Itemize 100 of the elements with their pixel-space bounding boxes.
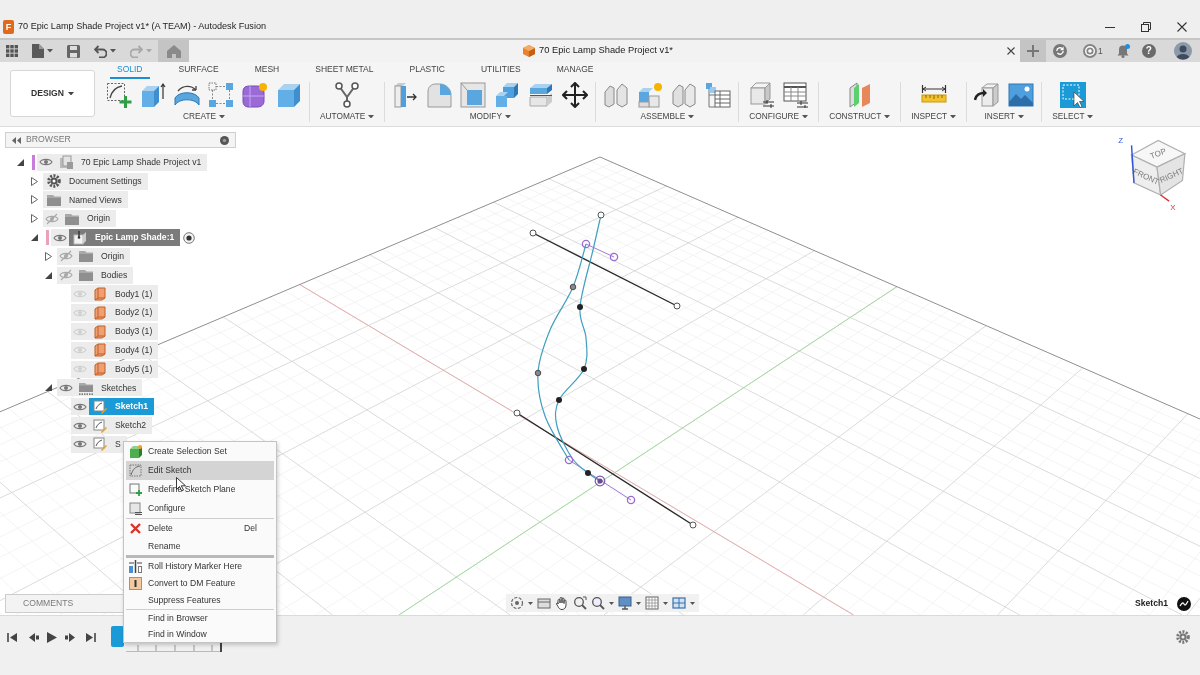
tool-group-dropdown[interactable]: CONFIGURE	[746, 111, 812, 122]
caret-icon[interactable]	[609, 601, 614, 605]
toolbar-tab[interactable]: PLASTIC	[402, 62, 452, 79]
skip-to-start-icon[interactable]	[7, 632, 17, 643]
job-status-icon[interactable]	[1083, 44, 1097, 58]
toolbar-tab[interactable]: MANAGE	[549, 62, 601, 79]
configure-table-icon[interactable]	[782, 82, 809, 108]
toolbar-tab[interactable]: UTILITIES	[473, 62, 528, 79]
pattern-icon[interactable]	[208, 82, 234, 108]
menu-item[interactable]: Redefine Sketch Plane	[126, 480, 274, 499]
menu-item[interactable]: Delete Del	[126, 519, 274, 537]
configure-cube-icon[interactable]	[748, 82, 775, 108]
close-icon[interactable]	[1177, 22, 1187, 32]
zoom-icon[interactable]	[591, 596, 605, 610]
browser-item[interactable]: S	[89, 435, 127, 453]
browser-item[interactable]: Body2 (1)	[89, 304, 159, 322]
sync-icon[interactable]	[1053, 44, 1067, 58]
save-icon[interactable]	[67, 44, 80, 58]
browser-item[interactable]: Document Settings	[43, 172, 148, 190]
expanded-arrow-icon[interactable]	[44, 271, 52, 279]
collapsed-arrow-icon[interactable]	[30, 214, 38, 224]
browser-item[interactable]: Sketch2	[89, 417, 153, 435]
viewports-icon[interactable]	[672, 596, 686, 610]
file-icon[interactable]	[32, 44, 44, 58]
new-tab-button[interactable]	[1020, 40, 1046, 62]
apps-grid-icon[interactable]	[6, 45, 18, 57]
form-body-icon[interactable]	[242, 82, 268, 108]
sketch-plus-icon[interactable]	[106, 82, 132, 108]
tool-group-dropdown[interactable]: INSPECT	[908, 111, 960, 122]
table-icon[interactable]	[705, 82, 732, 108]
menu-item[interactable]: Edit Sketch	[126, 461, 274, 480]
move-arrows-icon[interactable]	[562, 82, 589, 108]
expanded-arrow-icon[interactable]	[44, 384, 52, 392]
monitor-icon[interactable]	[618, 596, 632, 610]
extrude-icon[interactable]	[140, 82, 166, 108]
tool-group-dropdown[interactable]: CONSTRUCT	[826, 111, 894, 122]
image-icon[interactable]	[1008, 82, 1035, 108]
browser-item[interactable]: Epic Lamp Shade:1	[69, 229, 181, 247]
caret-icon[interactable]	[528, 601, 533, 605]
browser-item[interactable]: Origin	[61, 210, 116, 228]
split-body-icon[interactable]	[528, 82, 555, 108]
caret-icon[interactable]	[663, 601, 668, 605]
expanded-arrow-icon[interactable]	[30, 234, 38, 242]
caret-icon[interactable]	[690, 601, 695, 605]
dot-icon[interactable]	[220, 135, 229, 145]
browser-item[interactable]: Body5 (1)	[89, 360, 159, 378]
browser-item[interactable]: Origin	[75, 247, 130, 265]
look-at-icon[interactable]	[537, 596, 551, 610]
tool-group-dropdown[interactable]: INSERT	[981, 111, 1027, 122]
step-back-icon[interactable]	[28, 632, 39, 643]
as-built-joint-icon[interactable]	[671, 82, 698, 108]
avatar-icon[interactable]	[1173, 42, 1192, 60]
gear-icon[interactable]	[1176, 630, 1190, 644]
insert-icon[interactable]	[974, 82, 1001, 108]
restore-icon[interactable]	[1141, 22, 1151, 32]
browser-item[interactable]: Body4 (1)	[89, 341, 159, 359]
menu-item[interactable]: Create Selection Set	[126, 442, 274, 461]
tool-group-dropdown[interactable]: SELECT	[1049, 111, 1097, 122]
tool-group-dropdown[interactable]: CREATE	[179, 111, 228, 122]
collapsed-arrow-icon[interactable]	[30, 176, 38, 186]
toolbar-tab[interactable]: SHEET METAL	[308, 62, 381, 79]
browser-item[interactable]: Sketches	[75, 379, 143, 397]
toolbar-tab[interactable]: MESH	[247, 62, 287, 79]
toolbar-tab[interactable]: SURFACE	[171, 62, 226, 79]
press-pull-icon[interactable]	[392, 82, 419, 108]
tool-group-dropdown[interactable]: MODIFY	[466, 111, 514, 122]
orbit-icon[interactable]	[510, 596, 524, 610]
expanded-arrow-icon[interactable]	[16, 158, 24, 166]
tool-group-dropdown[interactable]: ASSEMBLE	[637, 111, 698, 122]
close-icon[interactable]	[1007, 47, 1015, 55]
menu-item[interactable]: Convert to DM Feature	[126, 575, 274, 592]
combine-icon[interactable]	[494, 82, 521, 108]
node-graph-icon[interactable]	[334, 82, 361, 108]
skip-to-end-icon[interactable]	[86, 632, 96, 643]
bell-icon[interactable]	[1116, 44, 1130, 58]
new-component-icon[interactable]	[637, 82, 664, 108]
sketch-status-icon[interactable]	[1177, 597, 1191, 611]
workspace-button[interactable]: DESIGN	[10, 70, 95, 117]
hand-icon[interactable]	[555, 596, 569, 610]
zoom-window-icon[interactable]	[573, 596, 587, 610]
collapse-icon[interactable]	[12, 136, 21, 144]
history-marker[interactable]	[220, 640, 222, 652]
window-select-icon[interactable]	[1059, 82, 1086, 108]
document-tab[interactable]: 70 Epic Lamp Shade Project v1*	[189, 40, 1020, 62]
menu-item[interactable]: Find in Browser	[126, 610, 274, 626]
caret-icon[interactable]	[636, 601, 641, 605]
menu-item[interactable]: Configure	[126, 499, 274, 518]
joint-icon[interactable]	[603, 82, 630, 108]
collapsed-arrow-icon[interactable]	[44, 251, 52, 261]
browser-item[interactable]: Named Views	[43, 191, 128, 209]
browser-item[interactable]: Body1 (1)	[89, 285, 159, 303]
menu-item[interactable]: Rename	[126, 537, 274, 555]
browser-item[interactable]: Bodies	[75, 266, 134, 284]
browser-item[interactable]: 70 Epic Lamp Shade Project v1	[55, 153, 208, 171]
radio-button[interactable]	[183, 231, 196, 244]
browser-item[interactable]: Body3 (1)	[89, 323, 159, 341]
menu-item[interactable]: Find in Window	[126, 626, 274, 642]
cube-icon[interactable]	[276, 82, 302, 108]
undo-icon[interactable]	[94, 44, 107, 58]
sketch-curves[interactable]	[513, 211, 697, 529]
